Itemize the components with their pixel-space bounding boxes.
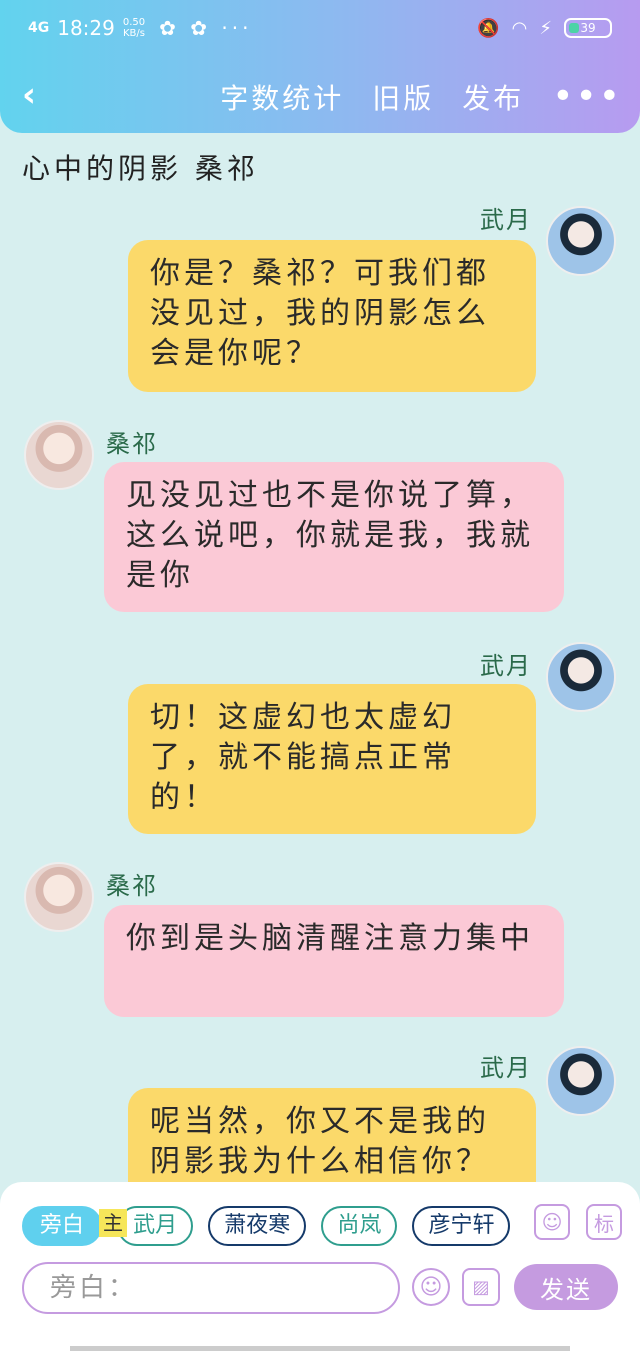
battery-icon: 39: [564, 18, 612, 38]
role-chip-narrator[interactable]: 旁白: [22, 1206, 103, 1246]
story-title: 心中的阴影 桑祁: [22, 152, 259, 185]
role-chip[interactable]: 萧夜寒: [208, 1206, 307, 1246]
wifi-icon: ◠: [511, 17, 528, 39]
sender-name: 武月: [480, 1054, 532, 1082]
message-bubble[interactable]: 见没见过也不是你说了算，这么说吧，你就是我，我就是你: [104, 462, 564, 612]
mute-icon: 🔕: [477, 17, 500, 39]
net-speed: 0.50 KB/s: [122, 17, 146, 39]
charging-icon: ⚡: [539, 17, 552, 39]
image-icon[interactable]: ▨: [462, 1268, 500, 1306]
message-input[interactable]: 旁白：: [22, 1262, 400, 1314]
sender-name: 桑祁: [106, 430, 158, 458]
avatar[interactable]: [546, 206, 616, 276]
sender-name: 武月: [480, 652, 532, 680]
message-bubble[interactable]: 呢当然，你又不是我的阴影我为什么相信你？: [128, 1088, 536, 1185]
back-icon[interactable]: ‹: [22, 78, 52, 112]
role-chip[interactable]: 尚岚: [321, 1206, 398, 1246]
status-bar: 4G 18:29 0.50 KB/s ✿ ✿ ··· 🔕 ◠ ⚡ 39: [28, 12, 612, 44]
chat-area[interactable]: 武月 你是？桑祁？可我们都没见过，我的阴影怎么会是你呢？ 桑祁 见没见过也不是你…: [0, 198, 640, 1185]
role-selector[interactable]: 旁白 武月 萧夜寒 尚岚 彦宁轩: [22, 1206, 522, 1248]
network-indicator: 4G: [28, 20, 50, 36]
role-chip[interactable]: 武月: [117, 1206, 194, 1246]
sender-name: 桑祁: [106, 872, 158, 900]
tag-icon[interactable]: 标: [586, 1204, 622, 1240]
nav-bar: ‹ 字数统计 旧版 发布 •••: [0, 72, 640, 120]
emoji-icon[interactable]: ☺: [412, 1268, 450, 1306]
more-icon[interactable]: •••: [552, 76, 622, 117]
publish-button[interactable]: 发布: [462, 77, 524, 117]
role-chip[interactable]: 彦宁轩: [412, 1206, 511, 1246]
notification-icons: ✿ ✿ ···: [159, 16, 253, 40]
avatar[interactable]: [24, 420, 94, 490]
main-role-badge: 主: [99, 1209, 127, 1237]
input-panel: 旁白 武月 萧夜寒 尚岚 彦宁轩 ☺ 标 旁白： ☺ ▨ 发送: [0, 1182, 640, 1351]
message-bubble[interactable]: 你到是头脑清醒注意力集中: [104, 905, 564, 1017]
send-button[interactable]: 发送: [514, 1264, 618, 1310]
home-indicator: [70, 1346, 570, 1351]
message-bubble[interactable]: 切！这虚幻也太虚幻了，就不能搞点正常的！: [128, 684, 536, 834]
avatar[interactable]: [546, 642, 616, 712]
role-manage-icon[interactable]: ☺: [534, 1204, 570, 1240]
sender-name: 武月: [480, 206, 532, 234]
top-header: 4G 18:29 0.50 KB/s ✿ ✿ ··· 🔕 ◠ ⚡ 39 ‹ 字数…: [0, 0, 640, 133]
word-count-button[interactable]: 字数统计: [220, 77, 344, 117]
message-bubble[interactable]: 你是？桑祁？可我们都没见过，我的阴影怎么会是你呢？: [128, 240, 536, 392]
avatar[interactable]: [24, 862, 94, 932]
old-version-button[interactable]: 旧版: [372, 77, 434, 117]
status-time: 18:29: [57, 16, 115, 40]
avatar[interactable]: [546, 1046, 616, 1116]
